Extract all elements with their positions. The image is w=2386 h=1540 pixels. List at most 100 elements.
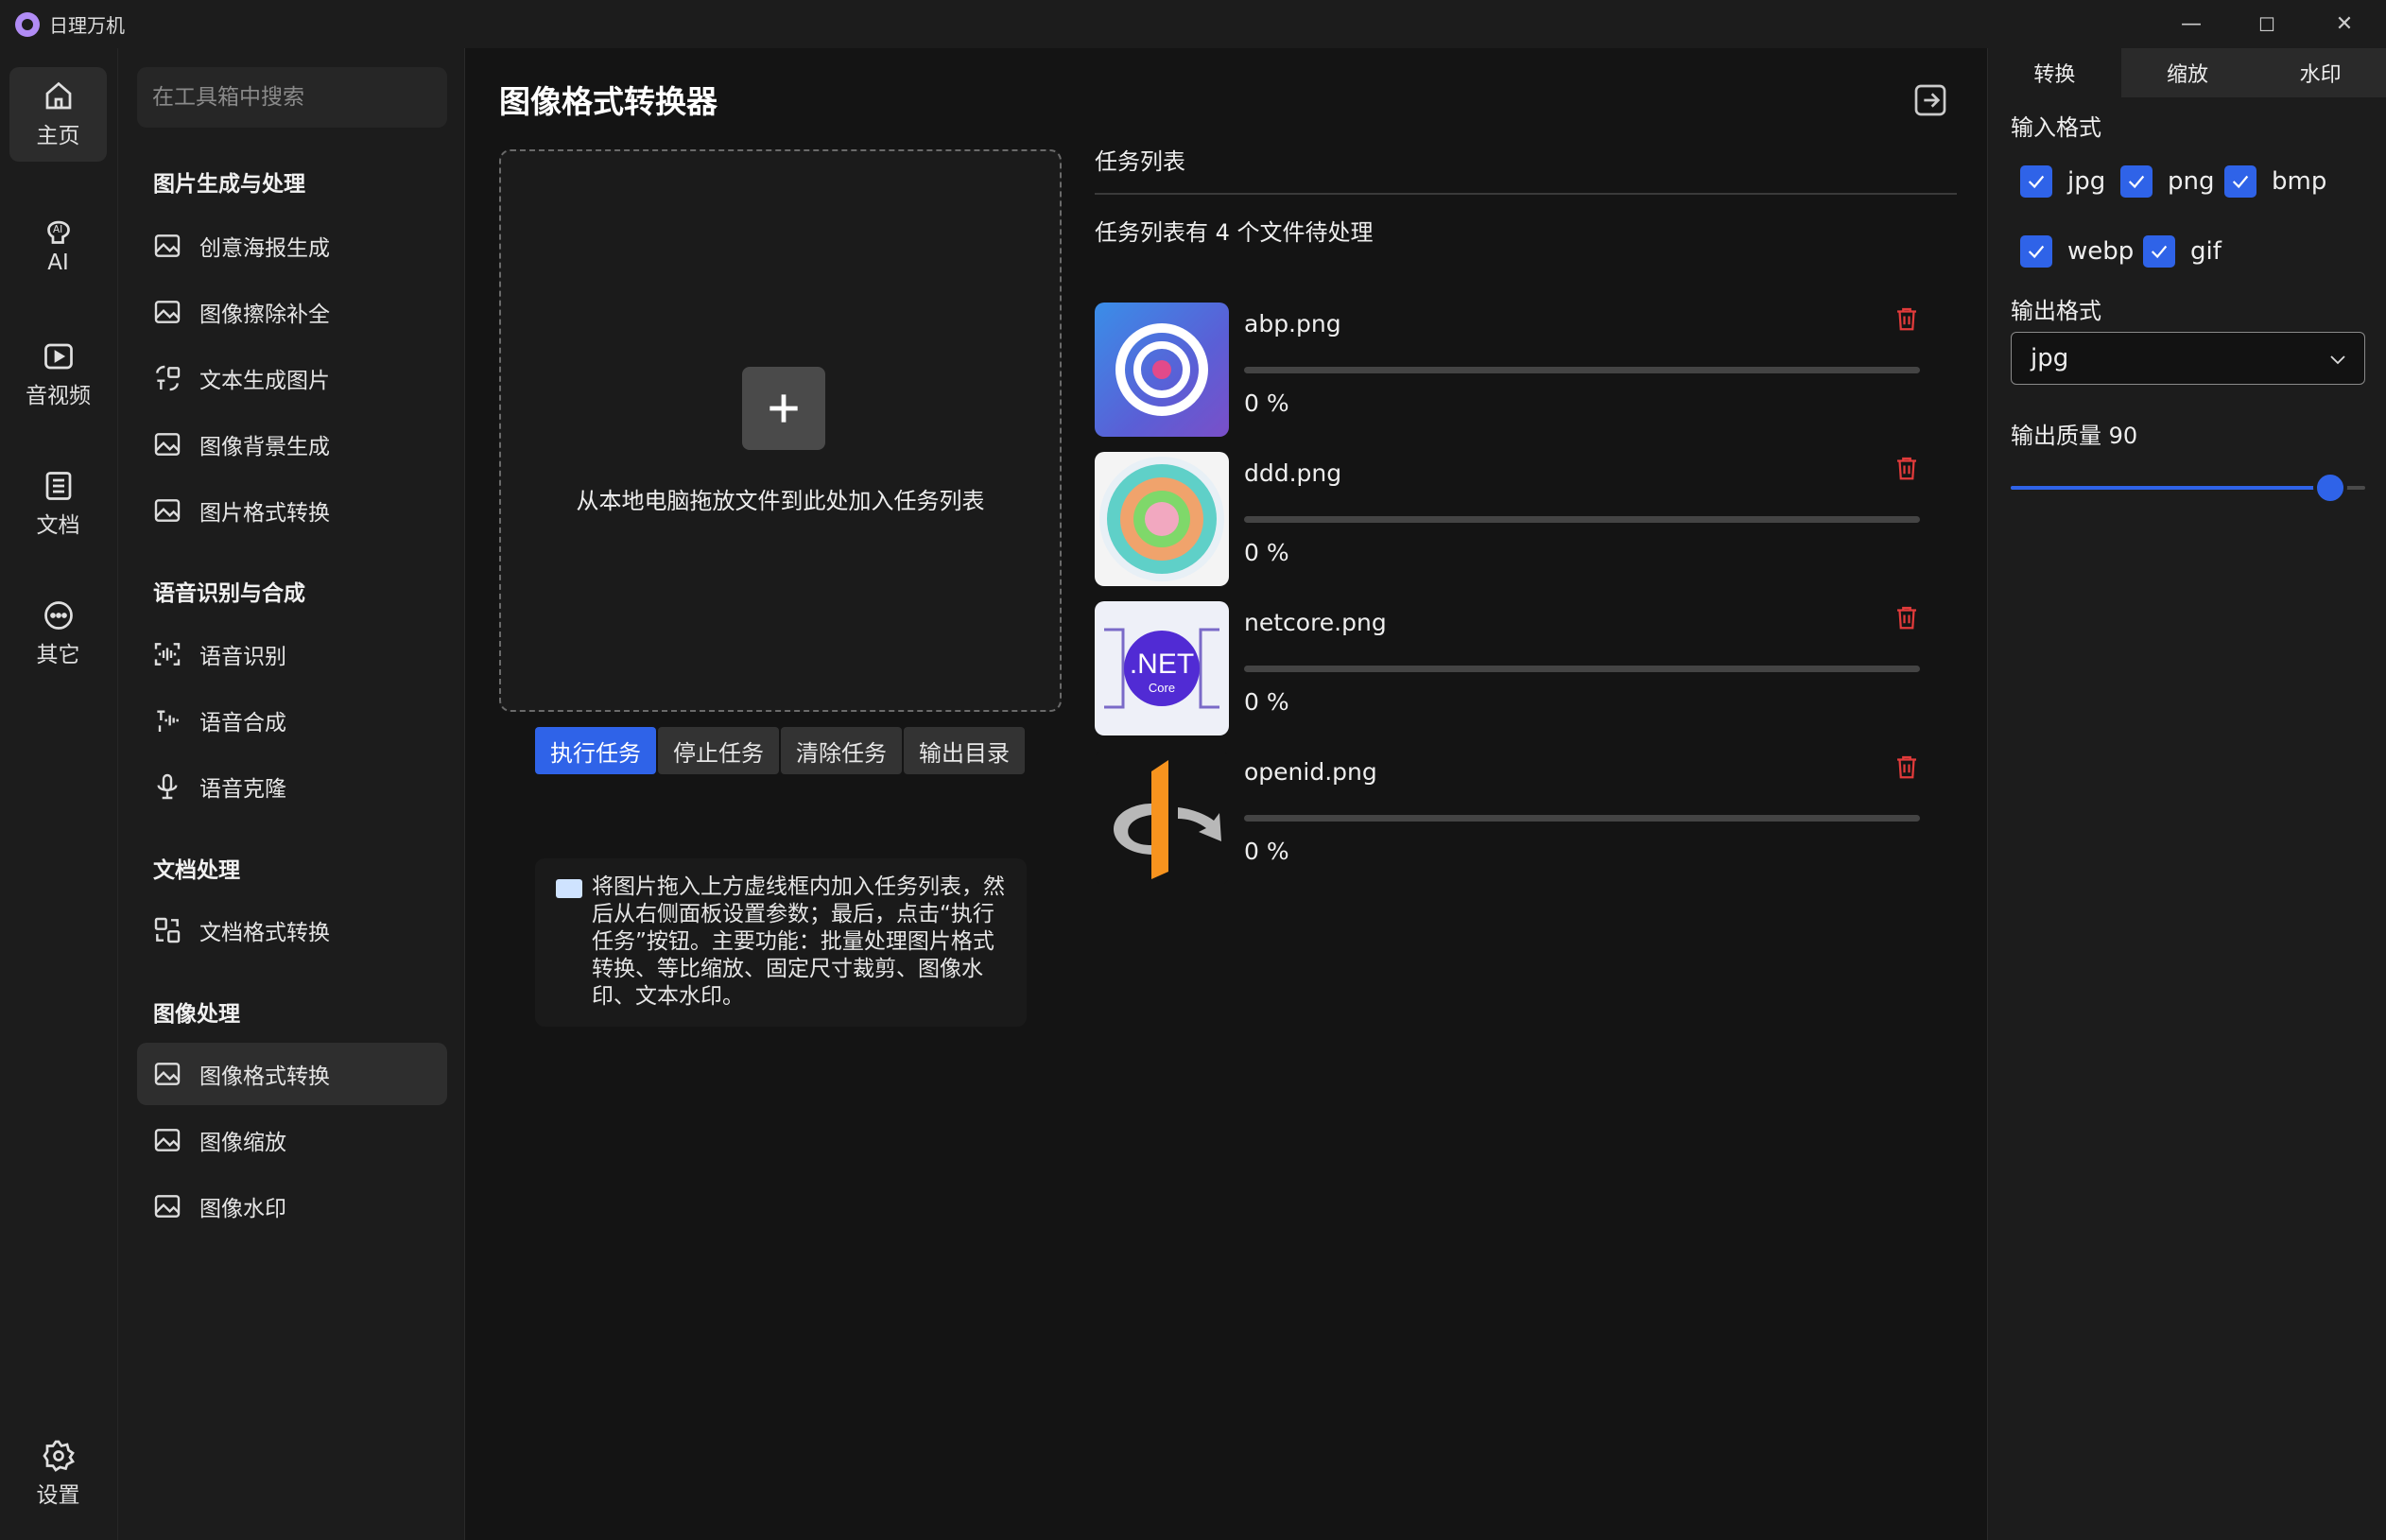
slider-thumb[interactable] — [2312, 471, 2347, 505]
more-icon — [43, 601, 73, 630]
output-format-label: 输出格式 — [2011, 298, 2101, 324]
task-progress-bar — [1244, 666, 1920, 672]
chevron-down-icon — [2330, 355, 2345, 365]
trash-icon[interactable] — [1893, 601, 1921, 633]
nav-item-asr[interactable]: 语音识别 — [137, 623, 447, 685]
trash-icon[interactable] — [1893, 751, 1921, 783]
image-icon — [154, 1195, 181, 1218]
nav-item-label: 文档格式转换 — [199, 921, 330, 945]
checkbox-jpg[interactable]: jpg — [2020, 165, 2105, 198]
quality-label: 输出质量 90 — [2011, 423, 2138, 449]
check-icon — [2020, 165, 2052, 198]
nav-item-tts[interactable]: 语音合成 — [137, 689, 447, 752]
task-progress-bar — [1244, 815, 1920, 822]
nav-item-label: 图片格式转换 — [199, 501, 330, 526]
check-icon — [2143, 235, 2175, 268]
divider — [1095, 193, 1957, 195]
close-button[interactable]: ✕ — [2307, 0, 2382, 48]
drop-hint: 从本地电脑拖放文件到此处加入任务列表 — [576, 488, 985, 514]
quality-slider[interactable] — [2011, 471, 2365, 505]
rail-docs[interactable]: 文档 — [9, 457, 107, 551]
clear-task-button[interactable]: 清除任务 — [781, 727, 902, 774]
task-toolbar: 执行任务 停止任务 清除任务 输出目录 — [535, 727, 1025, 774]
task-filename: netcore.png — [1244, 609, 1387, 636]
exit-icon[interactable] — [1911, 81, 1949, 119]
nav-item-text2img[interactable]: 文本生成图片 — [137, 347, 447, 409]
nav-item-clone[interactable]: 语音克隆 — [137, 755, 447, 818]
window-title: 日理万机 — [49, 14, 125, 37]
minimize-button[interactable]: — — [2153, 0, 2229, 48]
check-icon — [2020, 235, 2052, 268]
tab-resize[interactable]: 缩放 — [2120, 48, 2255, 97]
nav-item-img-format[interactable]: 图片格式转换 — [137, 479, 447, 542]
rail-settings-label: 设置 — [36, 1483, 80, 1508]
rail-other-label: 其它 — [36, 643, 80, 667]
nav-item-image-watermark[interactable]: 图像水印 — [137, 1175, 447, 1237]
checkbox-gif[interactable]: gif — [2143, 235, 2222, 268]
nav-item-bg[interactable]: 图像背景生成 — [137, 413, 447, 476]
checkbox-png[interactable]: png — [2120, 165, 2215, 198]
select-value: jpg — [2031, 344, 2069, 372]
task-filename: abp.png — [1244, 310, 1341, 337]
checkbox-label: gif — [2190, 237, 2222, 266]
speech-synthesis-icon — [157, 710, 179, 732]
checkbox-label: jpg — [2067, 167, 2106, 196]
stop-task-button[interactable]: 停止任务 — [658, 727, 779, 774]
checkbox-label: webp — [2067, 237, 2135, 266]
title-bar: 日理万机 — ☐ ✕ — [0, 0, 2386, 48]
output-dir-button[interactable]: 输出目录 — [904, 727, 1025, 774]
rail-media-label: 音视频 — [26, 384, 91, 408]
video-icon — [43, 343, 73, 370]
task-item: openid.png 0 % — [1095, 751, 1957, 885]
task-progress-text: 0 % — [1244, 688, 1289, 716]
rail-home[interactable]: 主页 — [9, 67, 107, 162]
nav-item-erase[interactable]: 图像擦除补全 — [137, 281, 447, 343]
thumb-core-label: Core — [1149, 681, 1175, 695]
nav-item-label: 图像擦除补全 — [199, 303, 330, 327]
help-note: 将图片拖入上方虚线框内加入任务列表，然后从右侧面板设置参数；最后，点击“执行任务… — [535, 858, 1027, 1027]
document-icon — [45, 472, 71, 500]
tab-convert[interactable]: 转换 — [1988, 48, 2121, 97]
task-list: 任务列表 任务列表有 4 个文件待处理 abp.png 0 % ddd.png … — [1095, 143, 1957, 885]
gear-icon — [42, 1440, 75, 1472]
home-icon — [45, 81, 71, 110]
checkbox-bmp[interactable]: bmp — [2224, 165, 2326, 198]
section-title: 图片生成与处理 — [153, 172, 305, 197]
help-text: 将图片拖入上方虚线框内加入任务列表，然后从右侧面板设置参数；最后，点击“执行任务… — [592, 874, 1005, 1009]
nav-item-image-resize[interactable]: 图像缩放 — [137, 1109, 447, 1171]
nav-item-image-convert[interactable]: 图像格式转换 — [137, 1043, 447, 1105]
rail-media[interactable]: 音视频 — [9, 327, 107, 422]
task-progress-bar — [1244, 367, 1920, 373]
nav-item-label: 图像水印 — [199, 1197, 286, 1221]
trash-icon[interactable] — [1893, 303, 1921, 335]
maximize-button[interactable]: ☐ — [2229, 0, 2305, 48]
run-task-button[interactable]: 执行任务 — [535, 727, 656, 774]
section-title: 文档处理 — [153, 858, 240, 883]
task-progress-text: 0 % — [1244, 838, 1289, 865]
ai-icon: AI — [46, 220, 70, 244]
slider-fill — [2011, 486, 2330, 490]
rail-ai[interactable]: AI AI — [9, 197, 107, 291]
check-icon — [2224, 165, 2256, 198]
text-to-image-icon — [156, 365, 181, 391]
drop-zone[interactable]: 从本地电脑拖放文件到此处加入任务列表 — [499, 149, 1062, 712]
checkbox-label: bmp — [2272, 167, 2327, 196]
image-icon — [154, 433, 181, 456]
nav-item-poster[interactable]: 创意海报生成 — [137, 215, 447, 277]
trash-icon[interactable] — [1893, 452, 1921, 484]
nav-item-label: 文本生成图片 — [199, 369, 330, 393]
task-filename: ddd.png — [1244, 459, 1342, 487]
checkbox-webp[interactable]: webp — [2020, 235, 2134, 268]
rail-settings[interactable]: 设置 — [9, 1427, 107, 1521]
image-icon — [154, 301, 181, 323]
nav-item-label: 创意海报生成 — [199, 236, 330, 261]
rail-other[interactable]: 其它 — [9, 586, 107, 681]
add-file-button[interactable] — [742, 367, 825, 450]
tab-watermark[interactable]: 水印 — [2254, 48, 2386, 97]
plus-icon — [769, 394, 798, 423]
waveform-icon — [154, 643, 181, 666]
thumb-net-label: .NET — [1130, 649, 1194, 680]
nav-item-doc-format[interactable]: 文档格式转换 — [137, 899, 447, 961]
search-input[interactable] — [137, 67, 447, 128]
output-format-select[interactable]: jpg — [2011, 332, 2365, 385]
